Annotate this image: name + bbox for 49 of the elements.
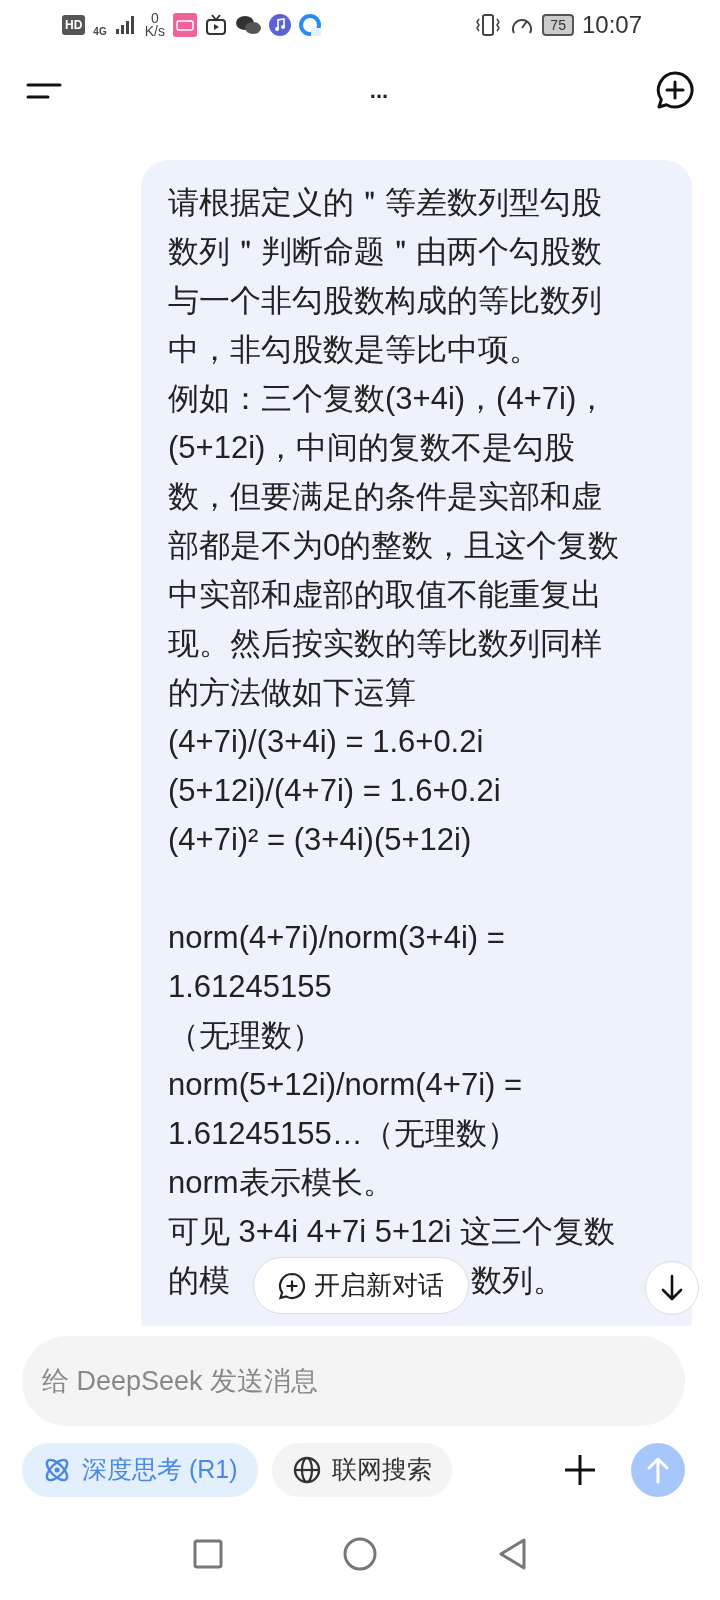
browser-icon — [298, 14, 321, 36]
new-chat-icon — [278, 1271, 306, 1300]
message-line: 部都是不为0的整数，且这个复数 — [168, 527, 621, 565]
tv-icon — [204, 14, 227, 36]
message-text: 数列。 — [471, 1262, 564, 1300]
message-line: (4+7i)² = (3+4i)(5+12i) — [168, 821, 473, 859]
arrow-down-icon — [660, 1274, 684, 1302]
message-line: 请根据定义的＂等差数列型勾股 — [168, 184, 603, 222]
message-line: (5+12i)，中间的复数不是勾股 — [168, 429, 577, 467]
vibrate-icon — [474, 14, 503, 36]
message-input[interactable]: 给 DeepSeek 发送消息 — [22, 1336, 685, 1426]
message-line: 例如：三个复数(3+4i)，(4+7i)， — [168, 380, 609, 418]
message-line: (4+7i)/(3+4i) = 1.6+0.2i — [168, 723, 485, 761]
speed-unit: K/s — [144, 25, 165, 38]
message-line: 中，非勾股数是等比中项。 — [168, 331, 541, 369]
app-icon — [172, 13, 197, 37]
message-line: 1.61245155 — [168, 968, 333, 1006]
back-icon[interactable] — [497, 1537, 527, 1571]
message-line: (5+12i)/(4+7i) = 1.6+0.2i — [168, 772, 502, 810]
globe-icon — [291, 1455, 322, 1485]
speed-value: 0 — [150, 12, 159, 25]
signal-icon — [114, 15, 137, 35]
message-line: 中实部和虚部的取值不能重复出 — [168, 576, 603, 614]
hd-badge: HD — [62, 15, 86, 35]
message-line: 数，但要满足的条件是实部和虚 — [168, 478, 603, 516]
web-search-button[interactable]: 联网搜索 — [271, 1443, 452, 1497]
message-line: 可见 3+4i 4+7i 5+12i 这三个复数 — [168, 1213, 617, 1251]
battery-level: 75 — [542, 14, 574, 36]
message-line: 1.61245155…（无理数） — [168, 1115, 519, 1153]
chat-bubbles-icon — [234, 14, 261, 36]
message-text: 的模 — [168, 1262, 230, 1300]
message-line: 数列＂判断命题＂由两个勾股数 — [168, 233, 603, 271]
message-line: 与一个非勾股数构成的等比数列 — [168, 282, 603, 320]
new-chat-icon[interactable] — [656, 71, 694, 109]
home-icon[interactable] — [343, 1537, 377, 1571]
message-line: norm(4+7i)/norm(3+4i) = — [168, 919, 506, 957]
message-line: norm(5+12i)/norm(4+7i) = — [168, 1066, 524, 1104]
message-line: 的方法做如下运算 — [168, 674, 417, 712]
music-icon — [268, 14, 291, 36]
clock-time: 10:07 — [581, 10, 642, 40]
message-line: 现。然后按实数的等比数列同样 — [168, 625, 603, 663]
network-label: 4G — [93, 24, 107, 39]
arrow-up-icon — [646, 1456, 670, 1484]
chat-title: ... — [369, 76, 389, 105]
plus-icon[interactable] — [563, 1453, 597, 1487]
message-line: （无理数） — [168, 1017, 324, 1055]
new-chat-button[interactable]: 开启新对话 — [253, 1257, 469, 1314]
recent-apps-icon[interactable] — [193, 1539, 223, 1569]
message-line: norm表示模长。 — [168, 1164, 395, 1202]
